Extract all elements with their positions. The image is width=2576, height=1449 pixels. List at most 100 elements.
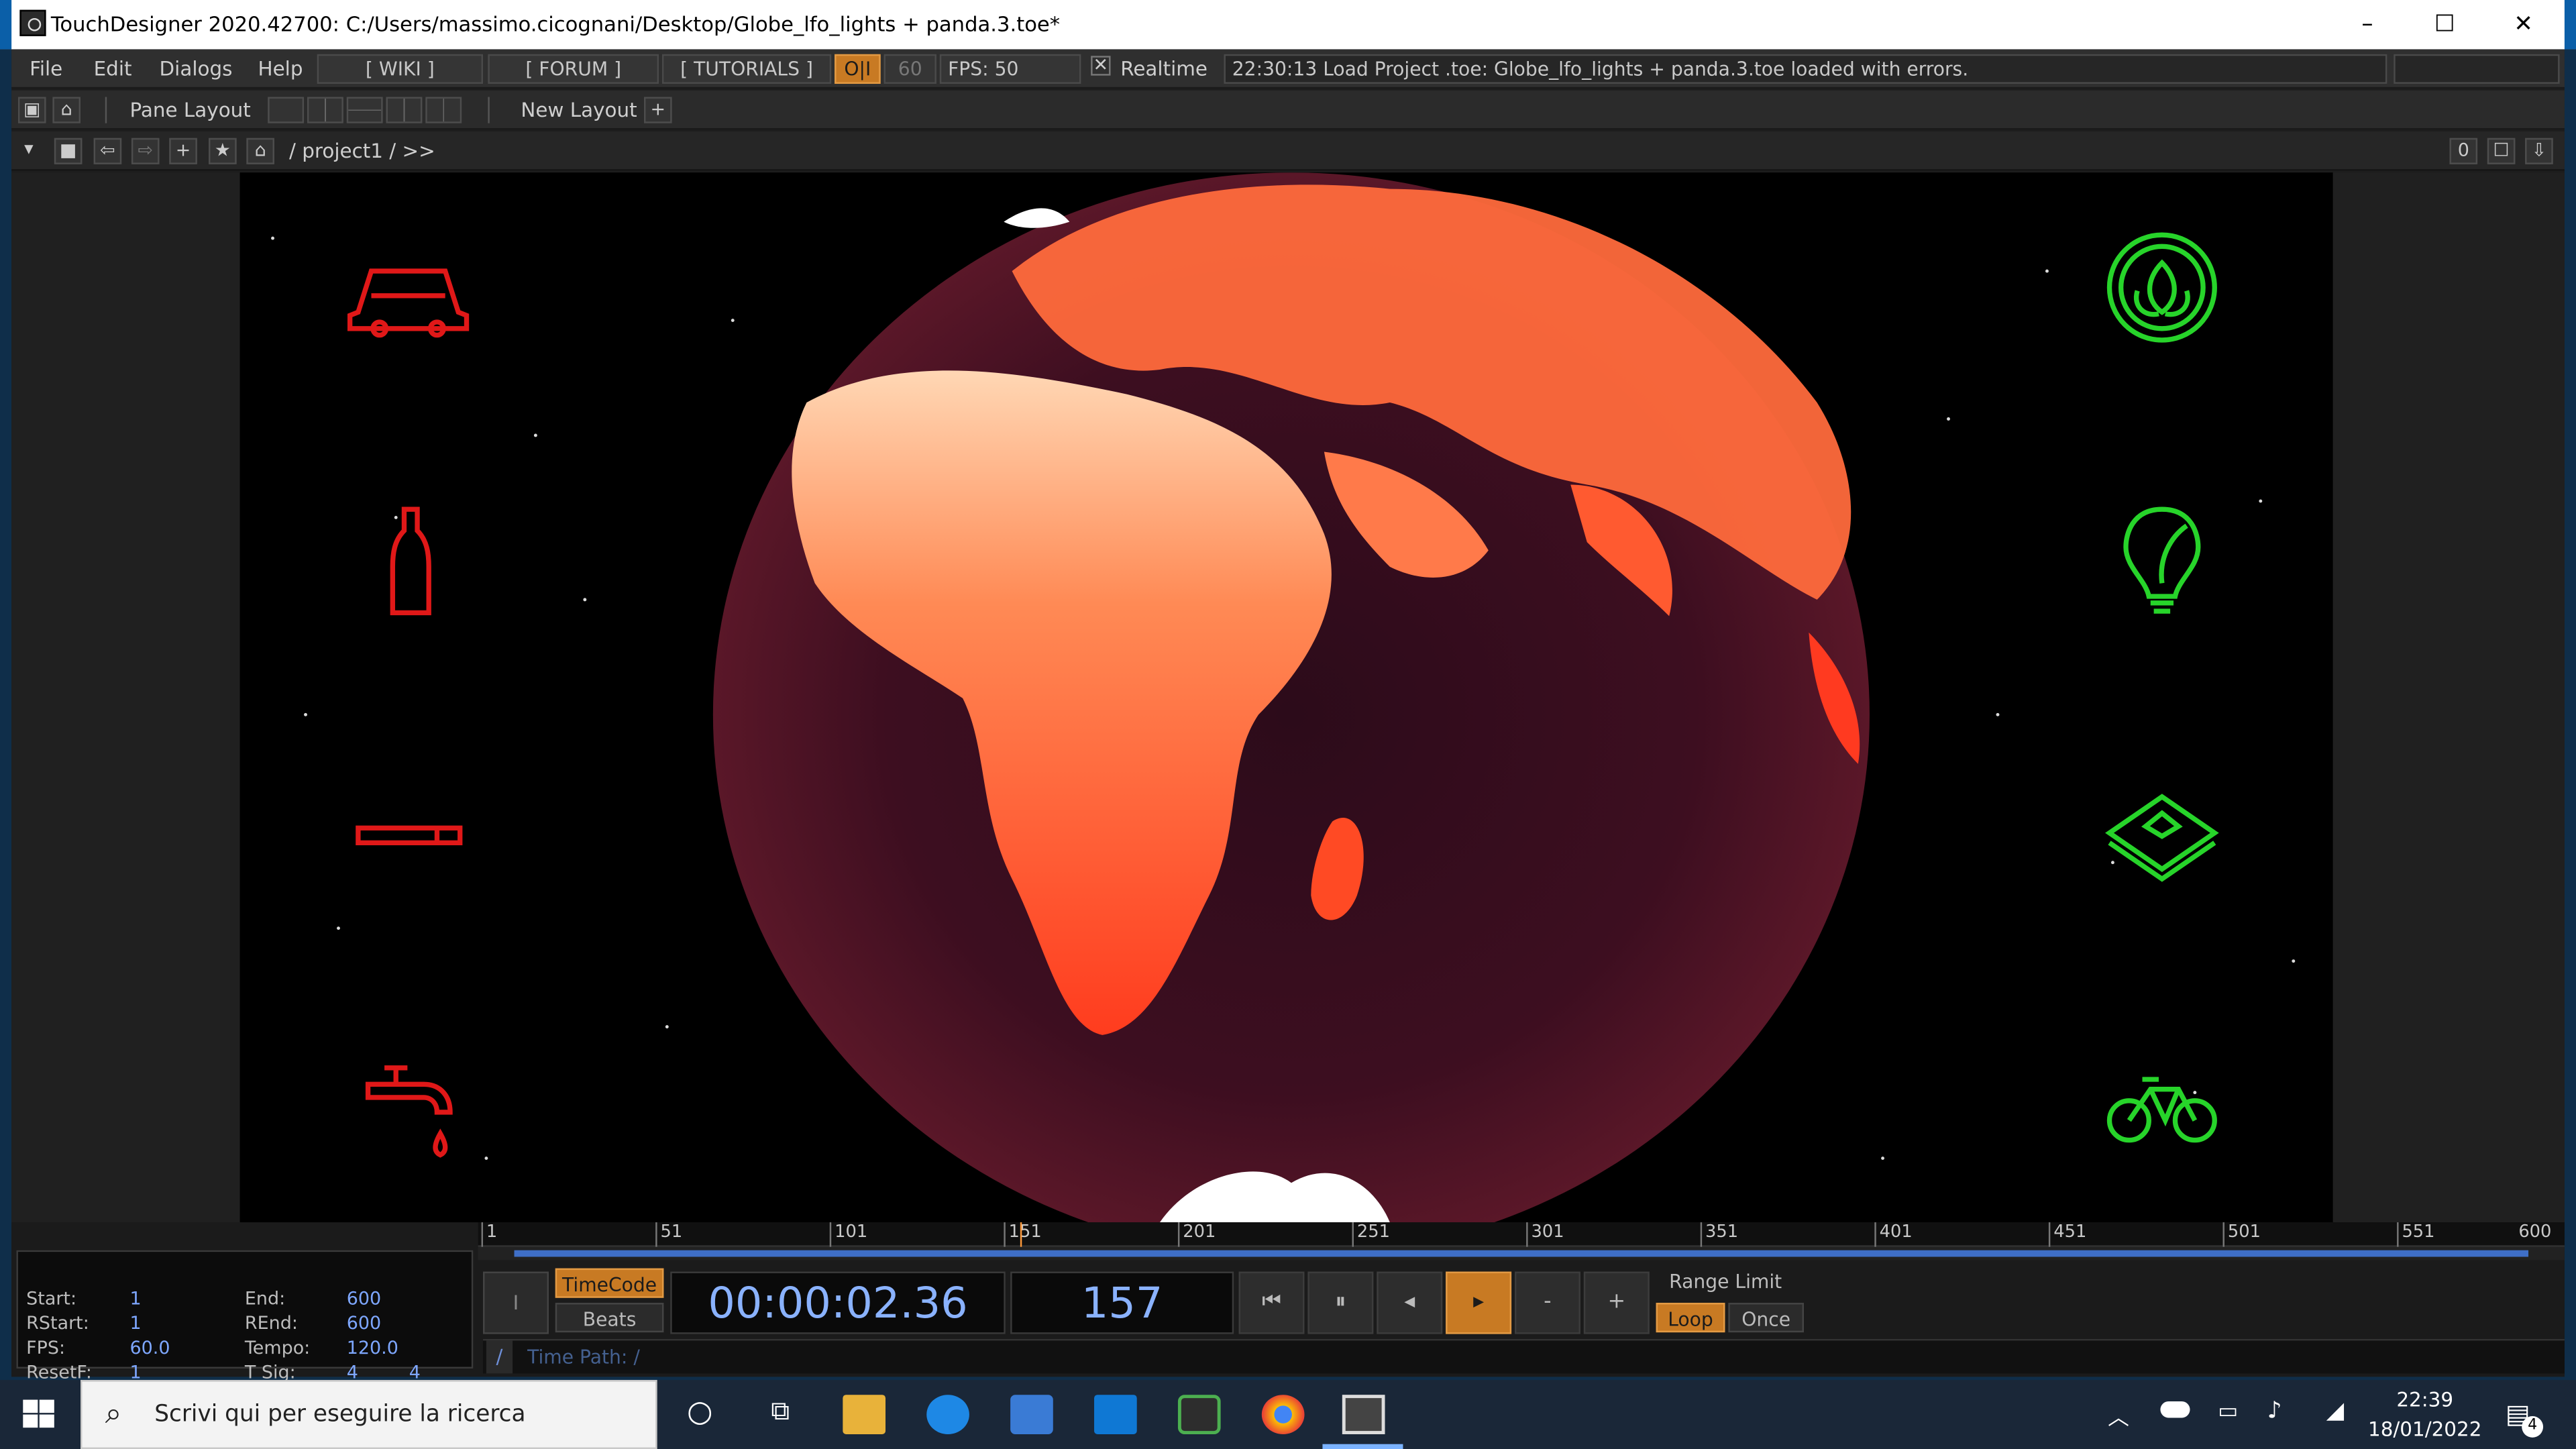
task-view-icon[interactable]: ⧉ <box>759 1395 802 1434</box>
add-layout-button[interactable]: + <box>644 97 672 123</box>
timeline-tick: 451 <box>2048 1222 2086 1247</box>
touchdesigner-taskbar-icon[interactable] <box>1342 1395 1385 1434</box>
fps-value[interactable]: 60.0 <box>129 1337 170 1358</box>
volume-icon[interactable]: ♪ <box>2267 1398 2282 1424</box>
menu-file[interactable]: File <box>30 58 62 80</box>
layout-split-vertical-icon[interactable] <box>307 97 343 123</box>
timeline-tick: 551 <box>2397 1222 2435 1247</box>
add-icon[interactable]: + <box>169 138 197 164</box>
tutorials-button[interactable]: [ TUTORIALS ] <box>661 54 832 84</box>
forum-button[interactable]: [ FORUM ] <box>488 54 659 84</box>
loop-toggle[interactable]: Loop <box>1656 1303 1725 1333</box>
battery-icon[interactable]: ▭ <box>2218 1400 2238 1425</box>
pin-pane-icon[interactable]: ⇩ <box>2525 138 2553 164</box>
time-path-bar: / Time Path: / <box>483 1338 2565 1374</box>
play-forward-button[interactable]: ▸ <box>1446 1271 1512 1334</box>
fps-readout: FPS: 50 <box>939 54 1081 84</box>
status-message: 22:30:13 Load Project .toe: Globe_lfo_li… <box>1224 54 2387 84</box>
pause-button[interactable]: ⏸ <box>1307 1271 1374 1334</box>
menu-edit[interactable]: Edit <box>94 58 132 80</box>
chevron-down-icon[interactable]: ▾ <box>15 138 43 164</box>
timeline-info: Start: 1 End: 600 RStart: 1 REnd: 600 FP… <box>16 1250 474 1383</box>
forward-icon[interactable]: ⇨ <box>131 138 160 164</box>
timeline-range-bar[interactable] <box>478 1246 2565 1260</box>
bookmark-star-icon[interactable]: ★ <box>209 138 237 164</box>
cook-rate-field[interactable]: 60 <box>883 54 936 84</box>
timeline-options-button[interactable]: I <box>483 1271 549 1334</box>
timeline-panel: 1 51 101 151 201 251 301 351 401 451 501… <box>11 1222 2565 1383</box>
clock-time[interactable]: 22:39 <box>2375 1388 2474 1411</box>
separator <box>488 97 490 123</box>
layout-three-pane-icon[interactable] <box>386 97 423 123</box>
time-path-root[interactable]: / <box>486 1340 513 1374</box>
play-backward-button[interactable]: ◂ <box>1377 1271 1443 1334</box>
timeline-ruler[interactable]: 1 51 101 151 201 251 301 351 401 451 501… <box>478 1222 2565 1247</box>
touchdesigner-main: File Edit Dialogs Help [ WIKI ] [ FORUM … <box>11 49 2565 1383</box>
perform-mode-toggle[interactable]: O|I <box>835 54 881 84</box>
realtime-label: Realtime <box>1120 57 1208 81</box>
time-path[interactable]: Time Path: / <box>527 1346 640 1368</box>
realtime-checkbox[interactable]: ✕ <box>1091 56 1111 76</box>
rstart-value[interactable]: 1 <box>129 1313 141 1334</box>
chevron-up-icon[interactable]: ︿ <box>2108 1400 2129 1431</box>
file-explorer-icon[interactable] <box>843 1395 886 1434</box>
pane-network-icon[interactable]: ⌂ <box>52 97 81 123</box>
status-extra-field <box>2394 54 2560 84</box>
tempo-label: Tempo: <box>244 1337 311 1359</box>
end-value[interactable]: 600 <box>347 1288 381 1309</box>
pane-id-field[interactable]: 0 <box>2449 138 2478 164</box>
recycle-box-icon <box>2105 794 2219 882</box>
onedrive-icon[interactable] <box>2160 1401 2190 1418</box>
menu-help[interactable]: Help <box>258 58 303 80</box>
layout-four-pane-icon[interactable] <box>425 97 462 123</box>
playhead[interactable] <box>1020 1222 1022 1247</box>
menu-dialogs[interactable]: Dialogs <box>160 58 233 80</box>
timeline-tick: 301 <box>1526 1222 1564 1247</box>
edge-browser-icon[interactable] <box>926 1395 969 1434</box>
once-toggle[interactable]: Once <box>1728 1303 1805 1333</box>
taskbar-search-box[interactable]: ⌕ Scrivi qui per eseguire la ricerca <box>80 1380 657 1449</box>
microsoft-store-icon[interactable] <box>1010 1395 1053 1434</box>
timecode-toggle[interactable]: TimeCode <box>555 1268 664 1298</box>
active-app-indicator <box>1322 1444 1403 1449</box>
stop-icon[interactable]: ■ <box>54 138 83 164</box>
bottle-icon <box>390 506 431 616</box>
teams-icon[interactable] <box>1177 1395 1221 1434</box>
timecode-display[interactable]: 00:00:02.36 <box>670 1271 1006 1334</box>
close-button[interactable]: ✕ <box>2485 0 2561 49</box>
timeline-tick: 151 <box>1004 1222 1042 1247</box>
layout-single-icon[interactable] <box>268 97 305 123</box>
pane-image-icon[interactable]: ▣ <box>17 97 46 123</box>
car-icon <box>347 268 470 338</box>
start-value[interactable]: 1 <box>129 1288 141 1309</box>
windows-start-icon[interactable] <box>23 1399 56 1432</box>
tempo-value[interactable]: 120.0 <box>347 1337 398 1358</box>
maximize-button[interactable]: ☐ <box>2407 0 2483 49</box>
pane-layout-label: Pane Layout <box>129 98 251 122</box>
clock-date[interactable]: 18/01/2022 <box>2367 1417 2482 1440</box>
chrome-icon[interactable] <box>1261 1395 1305 1434</box>
step-forward-button[interactable]: + <box>1583 1271 1650 1334</box>
step-back-button[interactable]: - <box>1514 1271 1580 1334</box>
menu-bar: File Edit Dialogs Help [ WIKI ] [ FORUM … <box>11 49 2565 89</box>
layout-split-horizontal-icon[interactable] <box>346 97 383 123</box>
network-icon[interactable]: ◢ <box>2326 1398 2344 1424</box>
go-to-start-button[interactable]: ⏮ <box>1238 1271 1305 1334</box>
render-viewport[interactable] <box>239 172 2333 1223</box>
bicycle-icon <box>2106 1077 2217 1143</box>
beats-toggle[interactable]: Beats <box>555 1303 664 1333</box>
wiki-button[interactable]: [ WIKI ] <box>317 54 484 84</box>
minimize-button[interactable]: – <box>2330 0 2406 49</box>
home-icon[interactable]: ⌂ <box>246 138 274 164</box>
rend-value[interactable]: 600 <box>347 1313 381 1334</box>
mail-icon[interactable] <box>1094 1395 1137 1434</box>
start-label: Start: <box>26 1288 77 1309</box>
maximize-pane-icon[interactable]: ☐ <box>2487 138 2516 164</box>
viewer-pane <box>11 172 2565 1223</box>
back-icon[interactable]: ⇦ <box>93 138 122 164</box>
frame-display[interactable]: 157 <box>1010 1271 1234 1334</box>
cortana-icon[interactable]: ○ <box>678 1395 721 1434</box>
network-path[interactable]: / project1 / >> <box>289 140 435 162</box>
new-layout-label: New Layout <box>521 98 637 122</box>
window-title: TouchDesigner 2020.42700: C:/Users/massi… <box>50 11 1061 36</box>
